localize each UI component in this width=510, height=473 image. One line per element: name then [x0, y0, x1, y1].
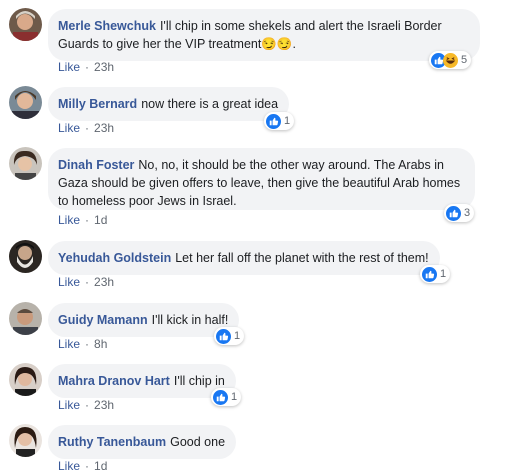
avatar[interactable] [9, 8, 42, 41]
comment-meta: Like · 23h [58, 60, 115, 74]
comment-bubble: Guidy Mamann I'll kick in half! [48, 303, 240, 337]
avatar[interactable] [9, 86, 42, 119]
comment-text: Let her fall off the planet with the res… [175, 251, 429, 265]
comment-meta: Like · 23h [58, 121, 115, 135]
comment-text: I'll kick in half! [151, 313, 229, 327]
avatar[interactable] [9, 363, 42, 396]
comment-text: now there is a great idea [141, 97, 279, 111]
like-icon [422, 266, 437, 282]
avatar[interactable] [9, 147, 42, 180]
comment-bubble: Ruthy Tanenbaum Good one [48, 425, 237, 459]
comment-author[interactable]: Milly Bernard [58, 97, 137, 111]
comment-author[interactable]: Yehudah Goldstein [58, 251, 171, 265]
comment-author[interactable]: Ruthy Tanenbaum [58, 435, 166, 449]
reaction-count: 3 [464, 207, 471, 219]
like-link[interactable]: Like [58, 60, 80, 74]
haha-icon [443, 52, 458, 68]
like-icon [446, 205, 461, 221]
comment-meta: Like · 23h [58, 398, 115, 412]
comment-meta: Like · 23h [58, 275, 115, 289]
comment-time[interactable]: 23h [94, 121, 114, 135]
comment-author[interactable]: Dinah Foster [58, 158, 134, 172]
reaction-count-badge[interactable]: 1 [420, 265, 451, 283]
comment-author[interactable]: Merle Shewchuk [58, 19, 156, 33]
comment-author[interactable]: Mahra Dranov Hart [58, 374, 170, 388]
like-link[interactable]: Like [58, 213, 80, 227]
comment-time[interactable]: 23h [94, 398, 114, 412]
reaction-count-badge[interactable]: 3 [444, 204, 475, 222]
like-icon [213, 389, 228, 405]
like-icon [216, 328, 231, 344]
reaction-count: 1 [234, 330, 241, 342]
comment-time[interactable]: 8h [94, 337, 107, 351]
comment-bubble: Dinah Foster No, no, it should be the oth… [48, 148, 475, 210]
reaction-count-badge[interactable]: 1 [214, 327, 245, 345]
comment-bubble: Merle Shewchuk I'll chip in some shekels … [48, 9, 480, 61]
reaction-count: 1 [284, 115, 291, 127]
comment-time[interactable]: 23h [94, 60, 114, 74]
comment-bubble: Yehudah Goldstein Let her fall off the pl… [48, 241, 440, 275]
like-icon [266, 113, 281, 129]
reaction-count: 5 [461, 54, 468, 66]
avatar[interactable] [9, 424, 42, 457]
comment-bubble: Mahra Dranov Hart I'll chip in [48, 364, 236, 398]
like-link[interactable]: Like [58, 121, 80, 135]
avatar[interactable] [9, 240, 42, 273]
like-link[interactable]: Like [58, 398, 80, 412]
like-link[interactable]: Like [58, 337, 80, 351]
comment-text: I'll chip in [173, 374, 225, 388]
avatar[interactable] [9, 302, 42, 335]
reaction-count-badge[interactable]: 5 [429, 51, 472, 69]
comment-text: Good one [170, 435, 226, 449]
comment-bubble: Milly Bernard now there is a great idea [48, 87, 290, 121]
comment-time[interactable]: 23h [94, 275, 114, 289]
comment-author[interactable]: Guidy Mamann [58, 313, 148, 327]
reaction-count: 1 [440, 268, 447, 280]
comment-meta: Like · 1d [58, 213, 108, 227]
reaction-count: 1 [231, 391, 238, 403]
emoji-text: 😏😏. [261, 37, 296, 51]
comment-meta: Like · 8h [58, 337, 108, 351]
comment-time[interactable]: 1d [94, 213, 107, 227]
reaction-count-badge[interactable]: 1 [211, 388, 242, 406]
reaction-count-badge[interactable]: 1 [264, 112, 295, 130]
like-link[interactable]: Like [58, 275, 80, 289]
